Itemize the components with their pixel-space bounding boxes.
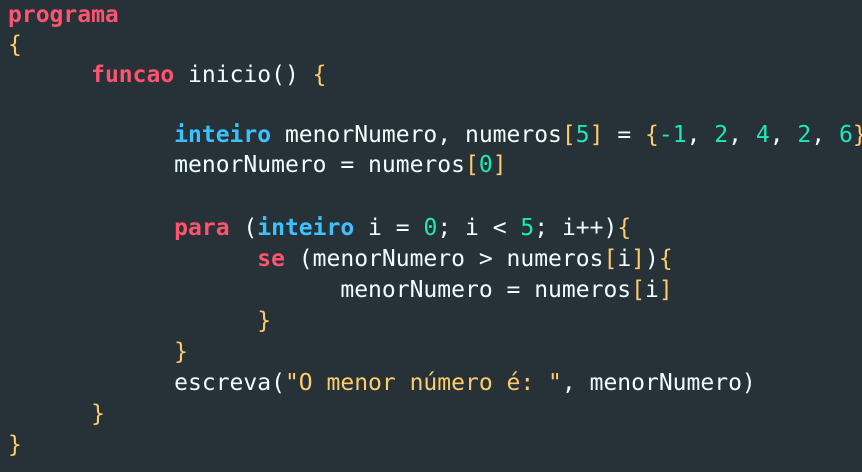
code-token: i (645, 277, 659, 303)
code-token: 5 (575, 122, 590, 148)
code-token: { (617, 215, 632, 241)
code-token: menorNumero, numeros (271, 122, 562, 148)
code-line: se (menorNumero > numeros[i]){ (8, 244, 673, 274)
code-token: "O menor número é: " (284, 370, 562, 396)
code-token: [ (631, 277, 645, 303)
code-token: ] (658, 277, 673, 303)
code-line: menorNumero = numeros[0] (8, 150, 507, 180)
code-token: , (686, 122, 715, 148)
code-token: 0 (478, 152, 493, 178)
code-token: } (91, 401, 105, 427)
code-token: para (174, 215, 230, 241)
code-token: funcao (91, 62, 175, 88)
code-token: ; i < (437, 215, 521, 241)
code-token: , (728, 122, 756, 148)
code-token: [ (464, 152, 479, 178)
code-token: ] (589, 122, 604, 148)
code-token: se (257, 246, 285, 272)
code-token: , (769, 122, 798, 148)
code-line: } (8, 306, 271, 336)
code-line: } (8, 399, 105, 429)
code-editor[interactable]: programa { funcao inicio() { inteiro meno… (0, 0, 862, 472)
code-token: menorNumero = numeros (340, 277, 632, 303)
code-token: } (8, 432, 22, 458)
code-token: 2 (797, 122, 812, 148)
code-line: } (8, 430, 22, 460)
code-token: (menorNumero > numeros (284, 246, 604, 272)
code-token: } (174, 339, 189, 365)
code-line: para (inteiro i = 0; i < 5; i++){ (8, 213, 631, 243)
code-token: { (8, 32, 22, 58)
code-token: i (617, 246, 632, 272)
code-token: } (853, 122, 862, 148)
code-token: ( (229, 215, 258, 241)
code-token: [ (603, 246, 618, 272)
code-token: programa (8, 2, 119, 28)
code-token: , menorNumero) (561, 370, 756, 396)
code-line: programa (8, 0, 119, 30)
code-token: [ (561, 122, 576, 148)
code-token: { (658, 246, 673, 272)
code-token: 6 (838, 122, 853, 148)
code-token: 0 (423, 215, 438, 241)
code-token: ; i++) (534, 215, 618, 241)
code-line: inteiro menorNumero, numeros[5] = {-1, 2… (8, 120, 862, 150)
code-line: { (8, 30, 22, 60)
code-token: 5 (520, 215, 535, 241)
code-line: } (8, 337, 188, 367)
code-token: ] (631, 246, 646, 272)
code-token: inteiro (174, 122, 272, 148)
code-token: 2 (714, 122, 729, 148)
code-token: menorNumero = numeros (174, 152, 465, 178)
code-token: , (811, 122, 839, 148)
code-token: 4 (755, 122, 770, 148)
code-token: = (603, 122, 646, 148)
code-token: escreva( (174, 370, 285, 396)
code-token: { (312, 62, 327, 88)
code-token: -1 (658, 122, 687, 148)
code-line: funcao inicio() { (8, 60, 327, 90)
code-token: } (257, 308, 272, 334)
code-line: escreva("O menor número é: ", menorNumer… (8, 368, 756, 398)
code-token: inicio() (174, 62, 313, 88)
code-token: ] (492, 152, 507, 178)
code-line: menorNumero = numeros[i] (8, 275, 673, 305)
code-token: inteiro (257, 215, 355, 241)
code-token: i = (354, 215, 424, 241)
code-token: { (645, 122, 659, 148)
code-token: ) (645, 246, 659, 272)
